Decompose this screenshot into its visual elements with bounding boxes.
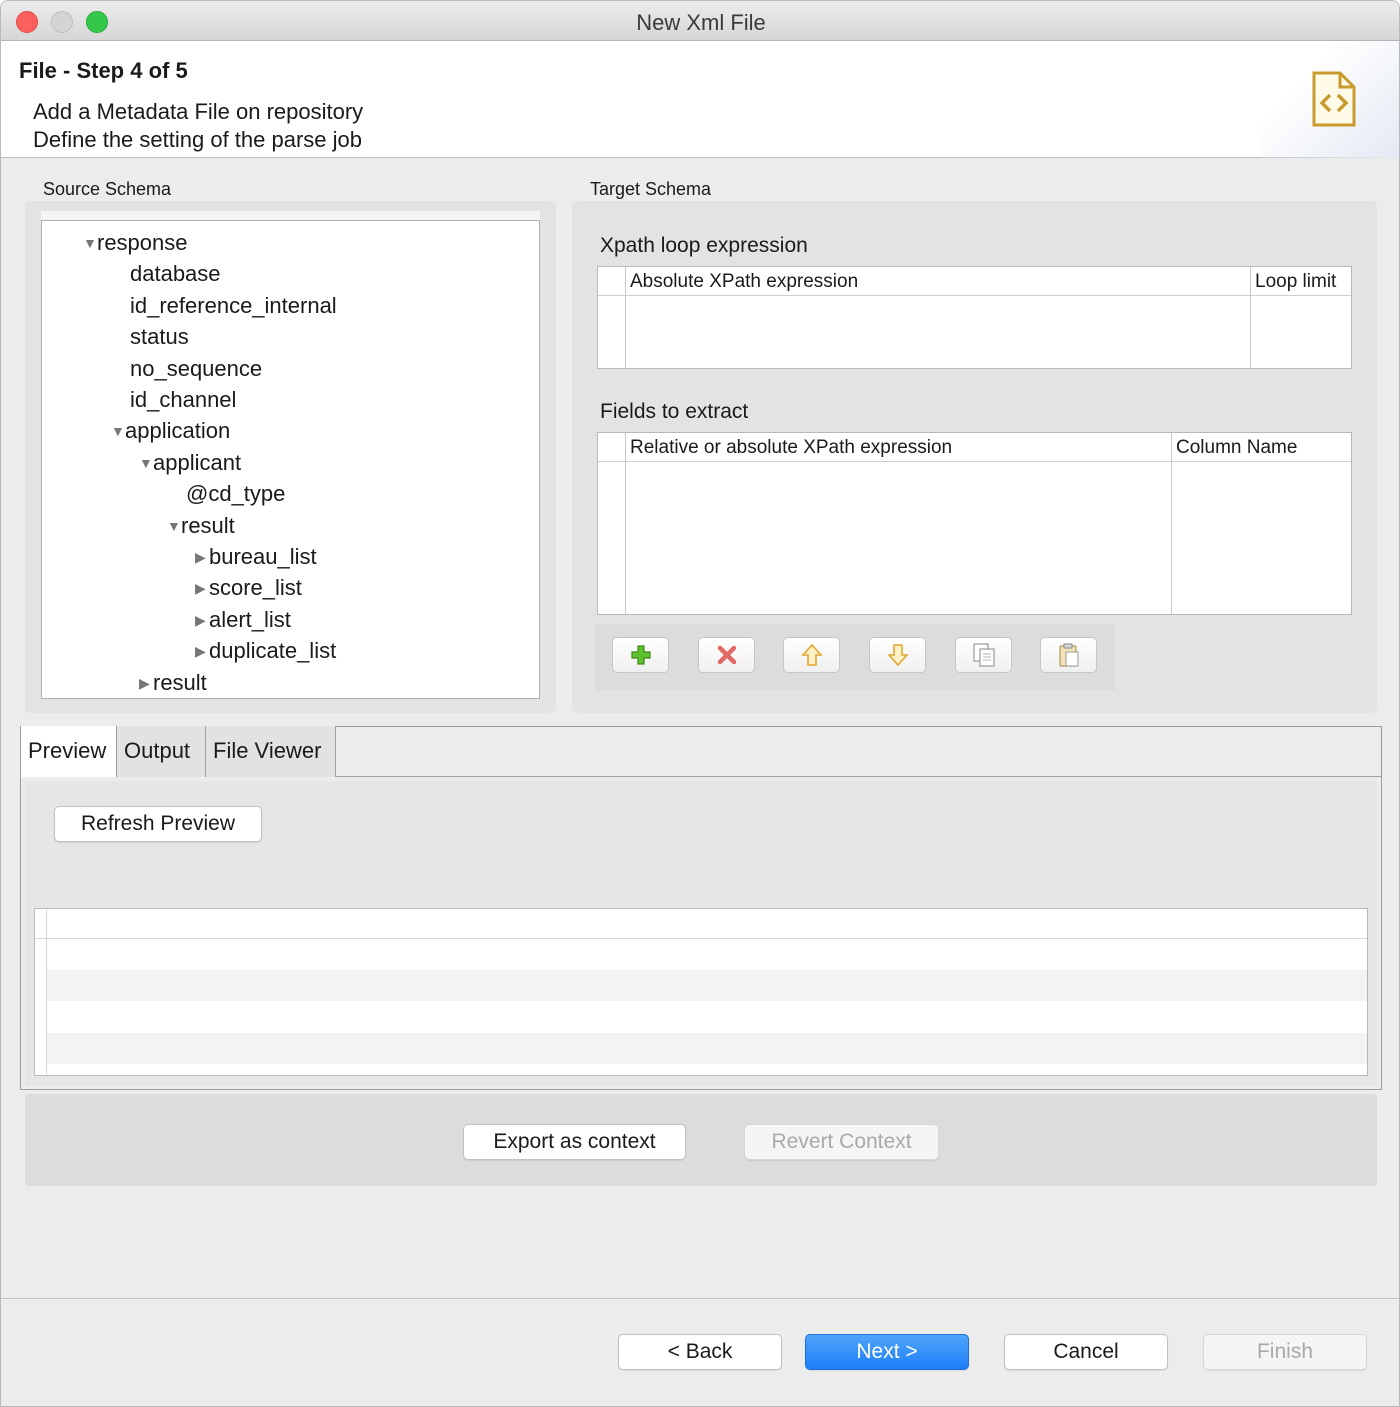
tree-node-id-reference-internal[interactable]: id_reference_internal <box>130 291 337 321</box>
paste-button[interactable] <box>1040 637 1097 673</box>
back-button[interactable]: < Back <box>618 1334 782 1370</box>
fields-to-extract-label: Fields to extract <box>600 400 749 423</box>
paste-icon <box>1058 643 1078 667</box>
tree-node-cd-type[interactable]: @cd_type <box>186 479 285 509</box>
refresh-preview-button[interactable]: Refresh Preview <box>54 806 262 842</box>
expanded-triangle-icon[interactable]: ▼ <box>167 511 181 541</box>
tree-node-application[interactable]: ▼application <box>111 416 230 446</box>
target-schema-label: Target Schema <box>590 179 712 199</box>
tree-node-duplicate-list[interactable]: ▶ duplicate_list <box>195 636 336 666</box>
tree-node-alert-list[interactable]: ▶ alert_list <box>195 605 291 635</box>
expanded-triangle-icon[interactable]: ▼ <box>83 228 97 258</box>
add-button[interactable] <box>612 637 669 673</box>
collapsed-triangle-icon[interactable]: ▶ <box>195 542 209 572</box>
xpath-loop-label: Xpath loop expression <box>600 234 808 257</box>
tree-node-result[interactable]: ▼result <box>167 511 235 541</box>
tree-node-id-channel[interactable]: id_channel <box>130 385 236 415</box>
xpath-loop-table[interactable]: Absolute XPath expression Loop limit <box>597 266 1352 369</box>
step-title: File - Step 4 of 5 <box>19 58 188 83</box>
copy-button[interactable] <box>955 637 1012 673</box>
move-up-button[interactable] <box>783 637 840 673</box>
export-as-context-button[interactable]: Export as context <box>463 1124 686 1160</box>
move-down-icon <box>886 644 909 667</box>
tab-file-viewer[interactable]: File Viewer <box>206 726 336 777</box>
wizard-header: File - Step 4 of 5 Add a Metadata File o… <box>1 41 1399 158</box>
fields-to-extract-table[interactable]: Relative or absolute XPath expression Co… <box>597 432 1352 615</box>
collapsed-triangle-icon[interactable]: ▶ <box>195 636 209 666</box>
column-header-absolute-xpath[interactable]: Absolute XPath expression <box>630 271 858 293</box>
tree-node-database[interactable]: database <box>130 259 221 289</box>
tab-preview[interactable]: Preview <box>21 726 117 777</box>
tab-output[interactable]: Output <box>117 726 206 777</box>
remove-icon <box>717 645 736 665</box>
title-bar: New Xml File <box>1 1 1399 41</box>
tree-node-response[interactable]: ▼response <box>83 228 188 258</box>
source-schema-label: Source Schema <box>43 179 172 199</box>
context-bar <box>25 1094 1377 1186</box>
description-line-1: Add a Metadata File on repository <box>33 99 364 124</box>
collapsed-triangle-icon[interactable]: ▶ <box>139 668 153 698</box>
tree-node-no-sequence[interactable]: no_sequence <box>130 354 262 384</box>
tree-node-status[interactable]: status <box>130 322 189 352</box>
next-button[interactable]: Next > <box>805 1334 969 1370</box>
new-xml-file-dialog: New Xml File File - Step 4 of 5 Add a Me… <box>0 0 1400 1407</box>
finish-button[interactable]: Finish <box>1203 1334 1367 1370</box>
column-header-loop-limit[interactable]: Loop limit <box>1255 271 1336 293</box>
table-row <box>47 970 1367 1001</box>
source-schema-tree[interactable]: ▼response database id_reference_internal… <box>41 220 540 699</box>
move-down-button[interactable] <box>869 637 926 673</box>
expanded-triangle-icon[interactable]: ▼ <box>139 448 153 478</box>
window-title: New Xml File <box>636 10 766 35</box>
table-row <box>47 1033 1367 1064</box>
revert-context-button[interactable]: Revert Context <box>744 1124 939 1160</box>
collapsed-triangle-icon[interactable]: ▶ <box>195 573 209 603</box>
preview-table[interactable] <box>34 908 1368 1076</box>
remove-button[interactable] <box>698 637 755 673</box>
cancel-button[interactable]: Cancel <box>1004 1334 1168 1370</box>
description-line-2: Define the setting of the parse job <box>33 127 362 152</box>
tree-node-score-list[interactable]: ▶ score_list <box>195 573 302 603</box>
tree-node-applicant[interactable]: ▼applicant <box>139 448 241 478</box>
tree-node-bureau-list[interactable]: ▶ bureau_list <box>195 542 317 572</box>
tree-node-result-2[interactable]: ▶ result <box>139 668 207 698</box>
add-icon <box>630 645 651 665</box>
collapsed-triangle-icon[interactable]: ▶ <box>195 605 209 635</box>
copy-icon <box>972 643 995 667</box>
xml-file-icon <box>1312 71 1356 127</box>
fields-toolbar <box>595 624 1115 690</box>
column-header-relative-xpath[interactable]: Relative or absolute XPath expression <box>630 437 952 459</box>
move-up-icon <box>800 643 823 666</box>
column-header-column-name[interactable]: Column Name <box>1176 437 1297 459</box>
expanded-triangle-icon[interactable]: ▼ <box>111 416 125 446</box>
